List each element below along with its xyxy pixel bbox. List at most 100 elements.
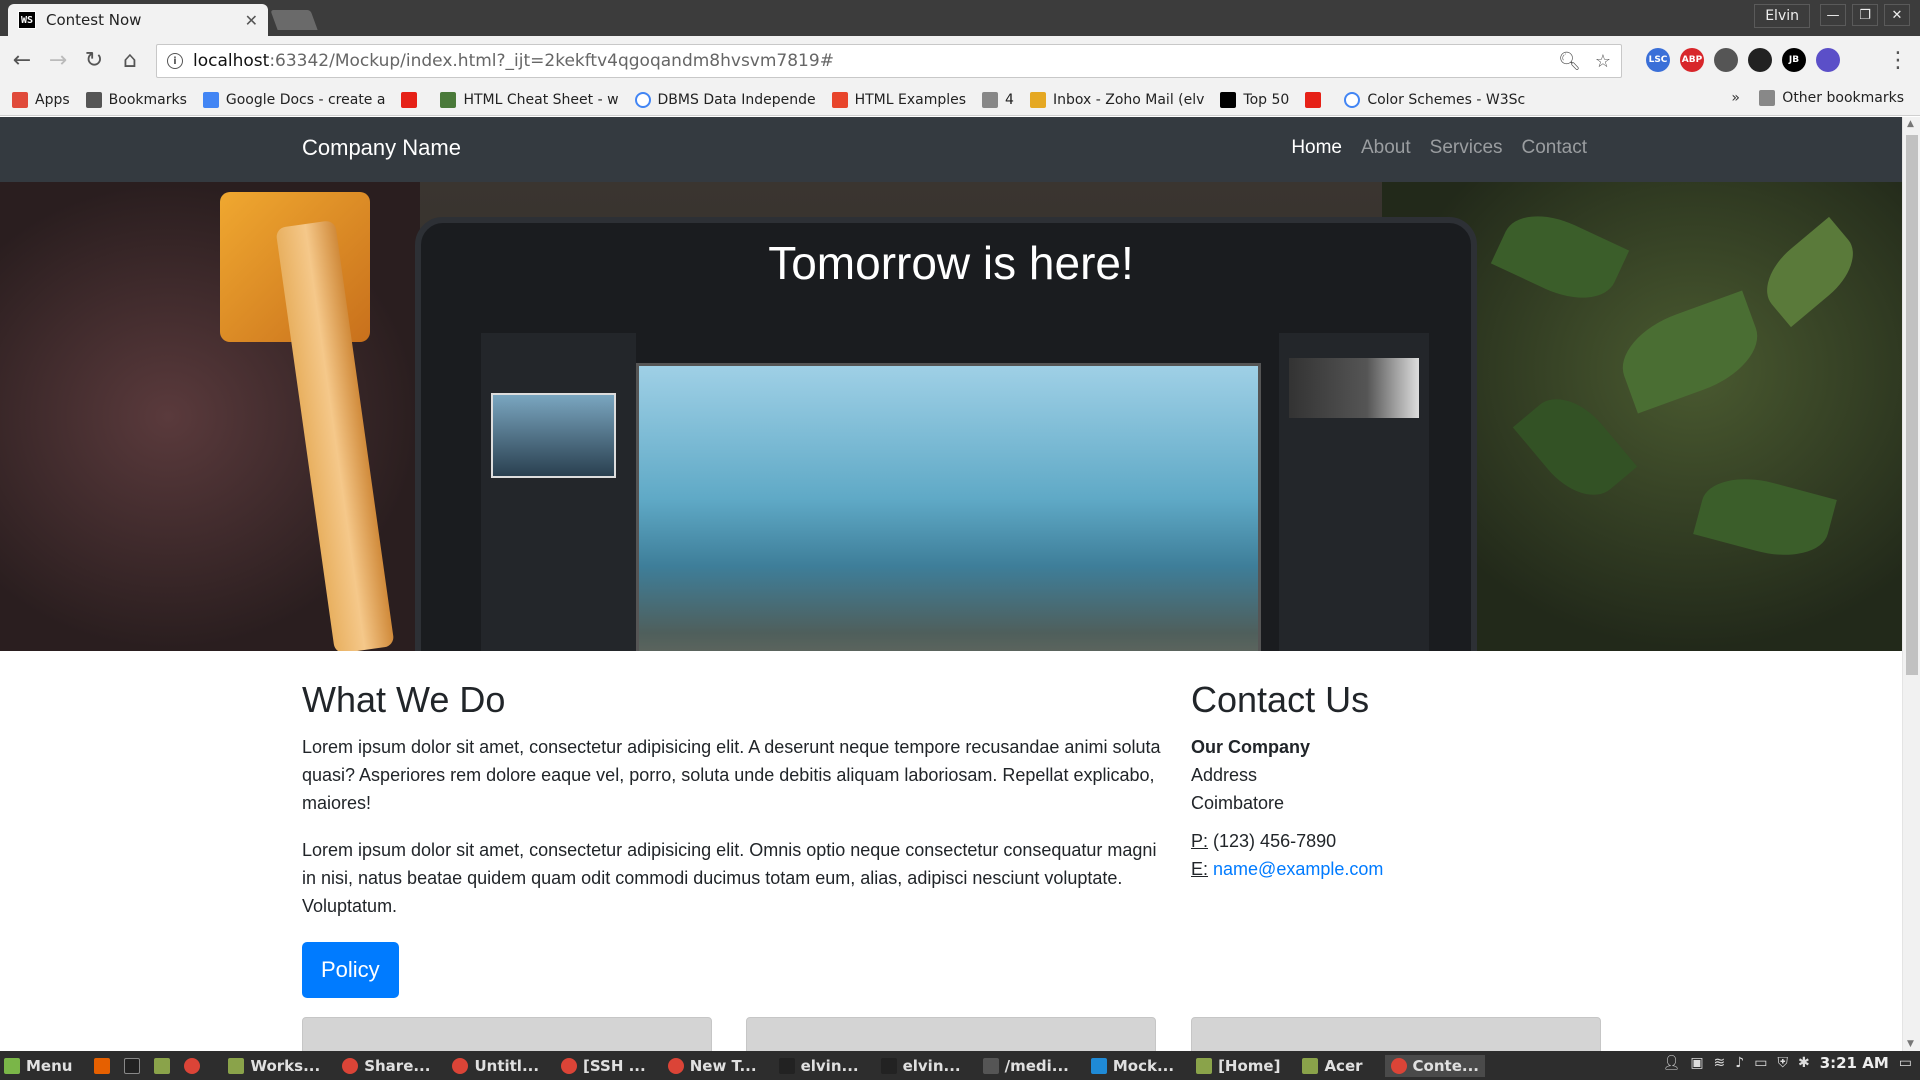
bookmark-item[interactable]: Bookmarks xyxy=(85,91,187,108)
bookmark-item[interactable]: HTML Cheat Sheet - w xyxy=(440,91,619,108)
clipboard-icon[interactable]: ▣ xyxy=(1690,1055,1703,1071)
browser-toolbar: ← → ↻ ⌂ i localhost:63342/Mockup/index.h… xyxy=(0,36,1920,84)
bookmark-item[interactable]: DBMS Data Independe xyxy=(634,91,816,108)
bookmark-star-icon[interactable]: ☆ xyxy=(1595,51,1611,72)
restore-button[interactable]: ❐ xyxy=(1852,4,1878,26)
launcher-files[interactable] xyxy=(154,1057,176,1074)
bookmark-item[interactable]: 4 xyxy=(982,91,1014,108)
new-tab-button[interactable] xyxy=(270,10,318,30)
taskbar-window[interactable]: elvin... xyxy=(778,1057,859,1075)
taskbar-window[interactable]: Works... xyxy=(228,1057,320,1075)
zoom-icon[interactable]: 🔍︎ xyxy=(1558,51,1581,72)
jetbrains-icon[interactable]: JB xyxy=(1782,48,1806,72)
navbar-brand[interactable]: Company Name xyxy=(302,135,461,161)
launcher-terminal[interactable] xyxy=(124,1057,146,1074)
battery-icon[interactable]: ▭ xyxy=(1754,1055,1767,1071)
lsc-icon[interactable]: LSC xyxy=(1646,48,1670,72)
taskbar-window[interactable]: New T... xyxy=(667,1057,757,1075)
site-navbar: Company Name Home About Services Contact xyxy=(0,117,1902,182)
start-menu-button[interactable]: Menu xyxy=(4,1057,72,1075)
google-icon xyxy=(634,91,651,108)
url-text[interactable]: localhost:63342/Mockup/index.html?_ijt=2… xyxy=(193,51,1544,71)
bookmark-item[interactable] xyxy=(401,91,424,108)
volume-icon[interactable]: ♪ xyxy=(1735,1055,1744,1071)
bookmark-item[interactable]: Top 50 xyxy=(1220,91,1289,108)
reload-icon[interactable]: ↻ xyxy=(76,42,112,78)
webstorm-favicon-icon: WS xyxy=(18,11,36,29)
taskbar-window[interactable]: elvin... xyxy=(880,1057,961,1075)
e-letter-icon xyxy=(1220,91,1237,108)
taskbar-window[interactable]: Conte... xyxy=(1384,1054,1485,1077)
bookmark-item[interactable]: Apps xyxy=(12,91,70,108)
policy-button[interactable]: Policy xyxy=(302,942,399,998)
page-scrollbar[interactable]: ▲ ▼ xyxy=(1902,117,1920,1051)
adblock-icon[interactable]: ABP xyxy=(1680,48,1704,72)
forward-arrow-icon[interactable]: → xyxy=(40,42,76,78)
bookmark-item[interactable]: Color Schemes - W3Sc xyxy=(1344,91,1525,108)
terminal-icon xyxy=(124,1057,141,1074)
chrome-icon xyxy=(342,1057,359,1074)
bluetooth-icon[interactable]: ✱ xyxy=(1798,1055,1810,1071)
nav-services[interactable]: Services xyxy=(1430,137,1503,159)
what-we-do-paragraph-2: Lorem ipsum dolor sit amet, consectetur … xyxy=(302,840,1157,916)
bookmark-label: DBMS Data Independe xyxy=(657,91,816,108)
scroll-up-icon[interactable]: ▲ xyxy=(1907,119,1914,129)
scroll-thumb[interactable] xyxy=(1906,135,1918,675)
profile-button[interactable]: Elvin xyxy=(1754,4,1810,28)
taskbar-window-label: /medi... xyxy=(1004,1056,1069,1075)
bookmark-item[interactable] xyxy=(1305,91,1328,108)
site-info-icon[interactable]: i xyxy=(167,53,183,69)
bookmark-label: Google Docs - create a xyxy=(225,91,386,108)
address-bar[interactable]: i localhost:63342/Mockup/index.html?_ijt… xyxy=(156,44,1622,78)
wifi-icon[interactable]: ≋ xyxy=(1714,1055,1726,1071)
shield-icon[interactable]: ⛨ xyxy=(1777,1055,1788,1071)
firefox-icon xyxy=(94,1057,111,1074)
bookmarks-overflow-button[interactable]: » xyxy=(1731,90,1740,106)
bookmark-label: Bookmarks xyxy=(108,91,187,108)
nav-about[interactable]: About xyxy=(1361,137,1411,159)
email-link[interactable]: name@example.com xyxy=(1213,859,1383,879)
taskbar-window[interactable]: Share... xyxy=(342,1057,430,1075)
taskbar-window[interactable]: [SSH ... xyxy=(561,1057,646,1075)
back-arrow-icon[interactable]: ← xyxy=(4,42,40,78)
contact-section: Contact Us Our Company Address Coimbator… xyxy=(1191,679,1591,883)
extension-icon[interactable] xyxy=(1816,48,1840,72)
taskbar-window[interactable]: /medi... xyxy=(982,1056,1069,1075)
minimize-button[interactable]: — xyxy=(1820,4,1846,26)
bookmark-item[interactable]: HTML Examples xyxy=(831,91,966,108)
chrome-icon xyxy=(184,1057,201,1074)
scroll-down-icon[interactable]: ▼ xyxy=(1907,1039,1914,1049)
other-bookmarks-folder[interactable]: Other bookmarks xyxy=(1759,90,1904,106)
terminal-icon xyxy=(880,1057,897,1074)
taskbar-window[interactable]: Untitl... xyxy=(452,1057,539,1075)
browser-menu-icon[interactable]: ⋮ xyxy=(1880,42,1916,78)
taskbar-window-label: Acer xyxy=(1324,1056,1363,1075)
taskbar-window-label: Mock... xyxy=(1112,1056,1175,1075)
taskbar-window[interactable]: Mock... xyxy=(1090,1056,1175,1075)
taskbar-window-label: Share... xyxy=(364,1056,431,1075)
contact-heading: Contact Us xyxy=(1191,679,1370,720)
incognito-icon[interactable] xyxy=(1714,48,1738,72)
tab-close-icon[interactable]: ✕ xyxy=(245,11,258,30)
nav-home[interactable]: Home xyxy=(1291,137,1342,159)
contrast-icon[interactable] xyxy=(1748,48,1772,72)
bookmark-label: Inbox - Zoho Mail (elv xyxy=(1052,91,1205,108)
launcher-chrome[interactable] xyxy=(184,1057,206,1074)
what-we-do-section: What We Do Lorem ipsum dolor sit amet, c… xyxy=(302,679,1172,998)
clock[interactable]: 3:21 AM xyxy=(1820,1054,1889,1072)
folder-icon xyxy=(1196,1057,1213,1074)
taskbar-window[interactable]: Acer xyxy=(1302,1056,1363,1075)
taskbar-window[interactable]: [Home] xyxy=(1196,1057,1280,1075)
taskbar-window-label: [Home] xyxy=(1218,1056,1281,1075)
user-icon[interactable]: 👤︎ xyxy=(1663,1055,1681,1071)
close-window-button[interactable]: ✕ xyxy=(1884,4,1910,26)
home-icon[interactable]: ⌂ xyxy=(112,42,148,78)
nav-contact[interactable]: Contact xyxy=(1522,137,1587,159)
show-desktop-icon[interactable]: ▭ xyxy=(1899,1055,1912,1071)
bookmark-item[interactable]: Google Docs - create a xyxy=(202,91,386,108)
browser-tab-active[interactable]: WS Contest Now ✕ xyxy=(8,4,268,36)
launcher-firefox[interactable] xyxy=(94,1057,116,1074)
phone-label: P: xyxy=(1191,831,1209,851)
bookmark-item[interactable]: Inbox - Zoho Mail (elv xyxy=(1029,91,1205,108)
google-icon xyxy=(1344,91,1361,108)
